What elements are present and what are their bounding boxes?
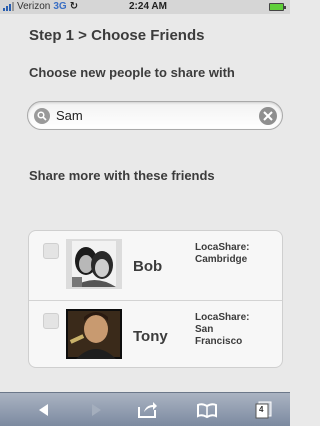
search-input[interactable]: Sam: [56, 108, 83, 123]
avatar: [66, 309, 122, 359]
friend-app-label: LocaShare:: [195, 312, 250, 323]
friend-checkbox[interactable]: [43, 313, 59, 329]
page-title: Step 1 > Choose Friends: [29, 27, 205, 44]
signal-strength-icon: [3, 2, 14, 11]
bookmarks-icon[interactable]: [196, 400, 218, 420]
network-type: 3G: [53, 1, 67, 12]
tab-count: 4: [259, 405, 264, 414]
status-left: Verizon 3G ↻: [3, 1, 78, 12]
friend-checkbox[interactable]: [43, 243, 59, 259]
avatar: [66, 239, 122, 289]
status-time: 2:24 AM: [129, 1, 167, 12]
forward-arrow-icon[interactable]: [88, 400, 104, 420]
battery-icon: [269, 3, 286, 11]
friends-list: Bob LocaShare: Cambridge Tony LocaShare:…: [28, 230, 283, 368]
share-more-heading: Share more with these friends: [29, 168, 215, 183]
friend-app-label: LocaShare:: [195, 242, 250, 253]
share-icon[interactable]: [136, 400, 158, 420]
friend-location: LocaShare: San Francisco: [195, 312, 277, 348]
search-icon: [34, 108, 50, 124]
friend-city: San Francisco: [195, 324, 243, 347]
friend-row-tony[interactable]: Tony LocaShare: San Francisco: [29, 300, 282, 367]
page-subtitle: Choose new people to share with: [29, 65, 235, 80]
status-bar: Verizon 3G ↻ 2:24 AM: [0, 0, 290, 14]
friend-name: Bob: [133, 258, 163, 275]
tabs-icon[interactable]: 4: [255, 400, 273, 420]
friend-location: LocaShare: Cambridge: [195, 242, 277, 266]
sync-icon: ↻: [69, 1, 79, 12]
friend-name: Tony: [133, 328, 168, 345]
friend-row-bob[interactable]: Bob LocaShare: Cambridge: [29, 231, 282, 300]
clear-search-icon[interactable]: [259, 107, 277, 125]
friend-city: Cambridge: [195, 254, 248, 265]
back-arrow-icon[interactable]: [36, 400, 52, 420]
browser-toolbar: 4: [0, 392, 290, 426]
search-field[interactable]: Sam: [27, 101, 283, 130]
carrier-name: Verizon: [17, 1, 51, 12]
